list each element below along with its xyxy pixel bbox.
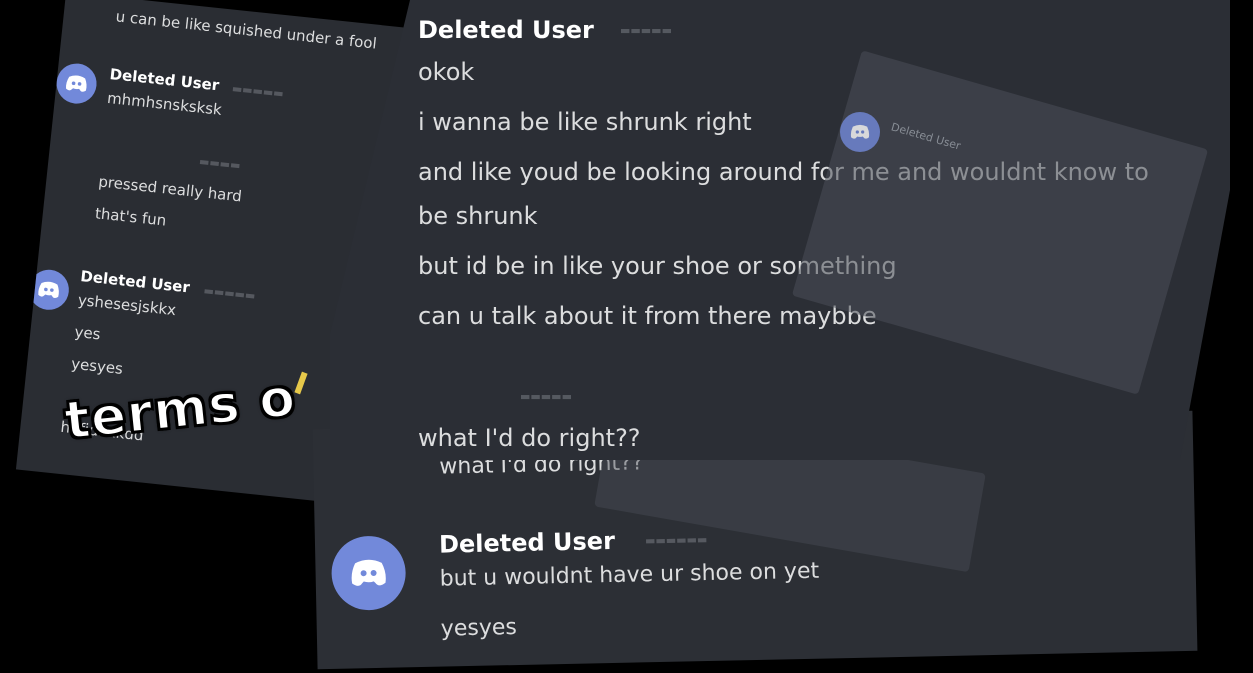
avatar[interactable]	[330, 535, 407, 611]
message-text: can u talk about it from there maybbe	[418, 302, 877, 330]
message-text: i wanna be like shrunk right	[418, 108, 752, 136]
username[interactable]: Deleted User	[439, 527, 615, 559]
timestamp: ▬▬▬▬▬	[620, 24, 672, 37]
message-text: what I'd do right??	[418, 424, 641, 452]
timestamp: ▬▬▬▬▬	[231, 81, 285, 101]
username[interactable]: Deleted User	[418, 16, 594, 44]
collage-stage: u can be like squished under a fool Dele…	[0, 0, 1253, 673]
avatar	[840, 112, 880, 152]
message-text: but u wouldnt have ur shoe on yet	[439, 558, 820, 592]
date-divider: ▬▬▬▬	[198, 154, 242, 173]
discord-logo-icon	[65, 75, 87, 92]
avatar[interactable]	[54, 61, 99, 106]
date-divider: ▬▬▬▬▬	[520, 390, 572, 403]
message-text: pressed really hard	[97, 172, 243, 206]
timestamp: ▬▬▬▬▬	[202, 284, 257, 303]
message-text: mhmhsnsksksk	[106, 88, 223, 119]
message-text: that's fun	[94, 204, 168, 230]
avatar[interactable]	[26, 267, 71, 312]
message-text: yesyes	[70, 354, 124, 378]
message-text: yshesesjskkx	[77, 290, 177, 320]
message-text: yesyes	[440, 615, 518, 642]
discord-logo-icon	[850, 124, 870, 139]
message-text: be shrunk	[418, 202, 538, 230]
discord-logo-icon	[38, 281, 59, 298]
message-text: yes	[73, 322, 102, 344]
message-text: okok	[418, 58, 475, 86]
timestamp: ▬▬▬▬▬▬	[644, 532, 708, 548]
discord-logo-icon	[351, 559, 386, 586]
